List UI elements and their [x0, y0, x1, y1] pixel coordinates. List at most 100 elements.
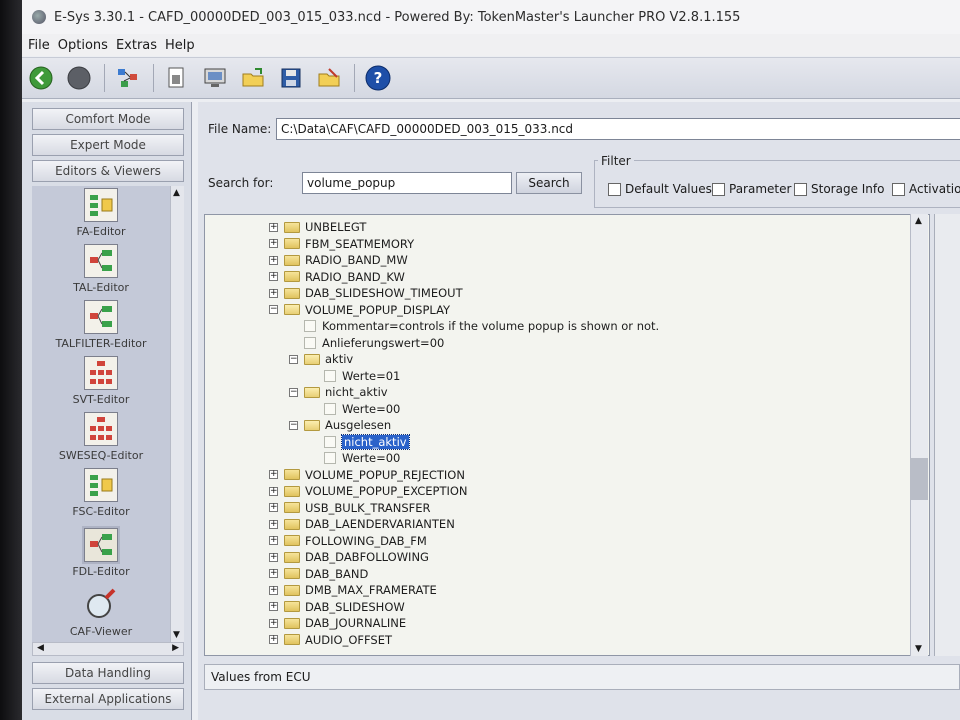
tree-node[interactable]: Werte=00 — [309, 401, 400, 417]
external-applications-button[interactable]: External Applications — [32, 688, 184, 710]
expand-icon[interactable]: + — [269, 486, 278, 496]
expand-icon[interactable]: + — [269, 635, 278, 644]
search-button[interactable]: Search — [516, 172, 582, 194]
expand-icon[interactable]: + — [269, 503, 278, 512]
tree-node[interactable]: Anlieferungswert=00 — [289, 335, 444, 351]
document-icon[interactable] — [164, 65, 190, 91]
tree-node[interactable]: + AUDIO_OFFSET — [269, 632, 392, 648]
tree-node[interactable]: + DAB_SLIDESHOW_TIMEOUT — [269, 285, 463, 301]
collapse-icon[interactable]: − — [289, 420, 298, 430]
activation-checkbox[interactable]: Activation — [892, 182, 960, 196]
editor-item-talfilter[interactable]: TALFILTER-Editor — [32, 298, 170, 354]
editors-scrollbar[interactable]: ▲ ▼ — [170, 186, 184, 642]
expand-icon[interactable]: + — [269, 255, 278, 265]
expand-icon[interactable]: + — [269, 552, 278, 562]
editor-item-svt[interactable]: SVT-Editor — [32, 354, 170, 410]
leaf-icon — [304, 320, 316, 332]
default-values-checkbox[interactable]: Default Values — [608, 182, 712, 196]
scroll-left-icon[interactable]: ◀ — [37, 643, 44, 653]
tree-node[interactable]: − aktiv — [289, 351, 353, 367]
tree-node[interactable]: Werte=01 — [309, 368, 400, 384]
expand-icon[interactable]: + — [269, 569, 278, 578]
monitor-icon[interactable] — [202, 65, 228, 91]
tree-node[interactable]: − Ausgelesen — [289, 417, 391, 433]
menu-extras[interactable]: Extras — [116, 38, 157, 53]
menu-file[interactable]: File — [28, 38, 50, 53]
scroll-right-icon[interactable]: ▶ — [172, 643, 179, 653]
tree-node[interactable]: Werte=00 — [309, 450, 400, 466]
help-icon[interactable]: ? — [365, 65, 391, 91]
tree-scrollbar[interactable]: ▲ ▼ — [910, 214, 928, 656]
fdl-editor-icon — [84, 528, 118, 562]
stop-icon[interactable] — [66, 65, 92, 91]
toolbar-separator — [354, 64, 355, 92]
collapse-icon[interactable]: − — [269, 305, 278, 314]
collapse-icon[interactable]: − — [289, 354, 298, 364]
tree-node[interactable]: + DAB_LAENDERVARIANTEN — [269, 516, 455, 532]
tree-node[interactable]: nicht_aktiv — [309, 433, 410, 450]
network-icon[interactable] — [115, 65, 141, 91]
editor-item-fsc[interactable]: FSC-Editor — [32, 466, 170, 522]
tree-node[interactable]: + RADIO_BAND_MW — [269, 252, 408, 268]
tree-node[interactable]: + DAB_DABFOLLOWING — [269, 549, 429, 565]
tree-node[interactable]: + VOLUME_POPUP_REJECTION — [269, 467, 465, 483]
tree-node[interactable]: + FBM_SEATMEMORY — [269, 236, 414, 252]
collapse-icon[interactable]: − — [289, 387, 298, 397]
expand-icon[interactable]: + — [269, 618, 278, 628]
folder-edit-icon[interactable] — [316, 65, 342, 91]
parameter-checkbox[interactable]: Parameter — [712, 182, 791, 196]
editor-item-sweseq[interactable]: SWESEQ-Editor — [32, 410, 170, 466]
checkbox-box[interactable] — [892, 182, 905, 196]
editors-hscrollbar[interactable]: ◀ ▶ — [32, 642, 184, 656]
tree-node[interactable]: + DMB_MAX_FRAMERATE — [269, 582, 437, 598]
storage-info-checkbox[interactable]: Storage Info — [794, 182, 884, 196]
tree-node[interactable]: + DAB_BAND — [269, 566, 368, 582]
tree-node[interactable]: + UNBELEGT — [269, 219, 366, 235]
menu-options[interactable]: Options — [58, 38, 108, 53]
tree-node-label: Werte=00 — [342, 401, 401, 416]
scroll-down-icon[interactable]: ▼ — [173, 630, 180, 640]
tree-node[interactable]: + DAB_SLIDESHOW — [269, 599, 405, 615]
tree-node-label: Werte=01 — [342, 368, 401, 383]
expand-icon[interactable]: + — [269, 585, 278, 595]
folder-icon — [284, 271, 300, 282]
expand-icon[interactable]: + — [269, 536, 278, 545]
tree-node[interactable]: + DAB_JOURNALINE — [269, 615, 406, 631]
expand-icon[interactable]: + — [269, 239, 278, 248]
tree-scroll-thumb[interactable] — [910, 458, 928, 500]
expand-icon[interactable]: + — [269, 519, 278, 529]
tree-node[interactable]: − nicht_aktiv — [289, 384, 388, 400]
menu-help[interactable]: Help — [165, 38, 195, 53]
editor-item-fdl[interactable]: FDL-Editor — [32, 522, 170, 586]
open-folder-icon[interactable] — [240, 65, 266, 91]
tree-node[interactable]: + VOLUME_POPUP_EXCEPTION — [269, 483, 468, 499]
search-input[interactable]: volume_popup — [302, 172, 512, 194]
scroll-up-icon[interactable]: ▲ — [915, 216, 922, 226]
save-icon[interactable] — [278, 65, 304, 91]
expand-icon[interactable]: + — [269, 222, 278, 232]
expand-icon[interactable]: + — [269, 602, 278, 611]
editors-viewers-button[interactable]: Editors & Viewers — [32, 160, 184, 182]
expand-icon[interactable]: + — [269, 470, 278, 479]
editor-item-caf[interactable]: CAF-Viewer — [32, 586, 170, 642]
tree-node[interactable]: + RADIO_BAND_KW — [269, 269, 405, 285]
scroll-up-icon[interactable]: ▲ — [173, 188, 180, 198]
editor-item-tal[interactable]: TAL-Editor — [32, 242, 170, 298]
data-handling-button[interactable]: Data Handling — [32, 662, 184, 684]
back-icon[interactable] — [28, 65, 54, 91]
tree-node[interactable]: − VOLUME_POPUP_DISPLAY — [269, 302, 450, 318]
filename-field[interactable]: C:\Data\CAF\CAFD_00000DED_003_015_033.nc… — [276, 118, 960, 140]
comfort-mode-button[interactable]: Comfort Mode — [32, 108, 184, 130]
tree-node-label: DAB_SLIDESHOW — [305, 599, 405, 614]
expert-mode-button[interactable]: Expert Mode — [32, 134, 184, 156]
expand-icon[interactable]: + — [269, 272, 278, 281]
expand-icon[interactable]: + — [269, 288, 278, 298]
tree-node[interactable]: + FOLLOWING_DAB_FM — [269, 533, 427, 549]
checkbox-box[interactable] — [608, 182, 621, 196]
editor-item-fa[interactable]: FA-Editor — [32, 186, 170, 242]
checkbox-box[interactable] — [794, 182, 807, 196]
checkbox-box[interactable] — [712, 182, 725, 196]
tree-node[interactable]: Kommentar=controls if the volume popup i… — [289, 318, 659, 334]
scroll-down-icon[interactable]: ▼ — [915, 644, 922, 654]
tree-node[interactable]: + USB_BULK_TRANSFER — [269, 500, 431, 516]
